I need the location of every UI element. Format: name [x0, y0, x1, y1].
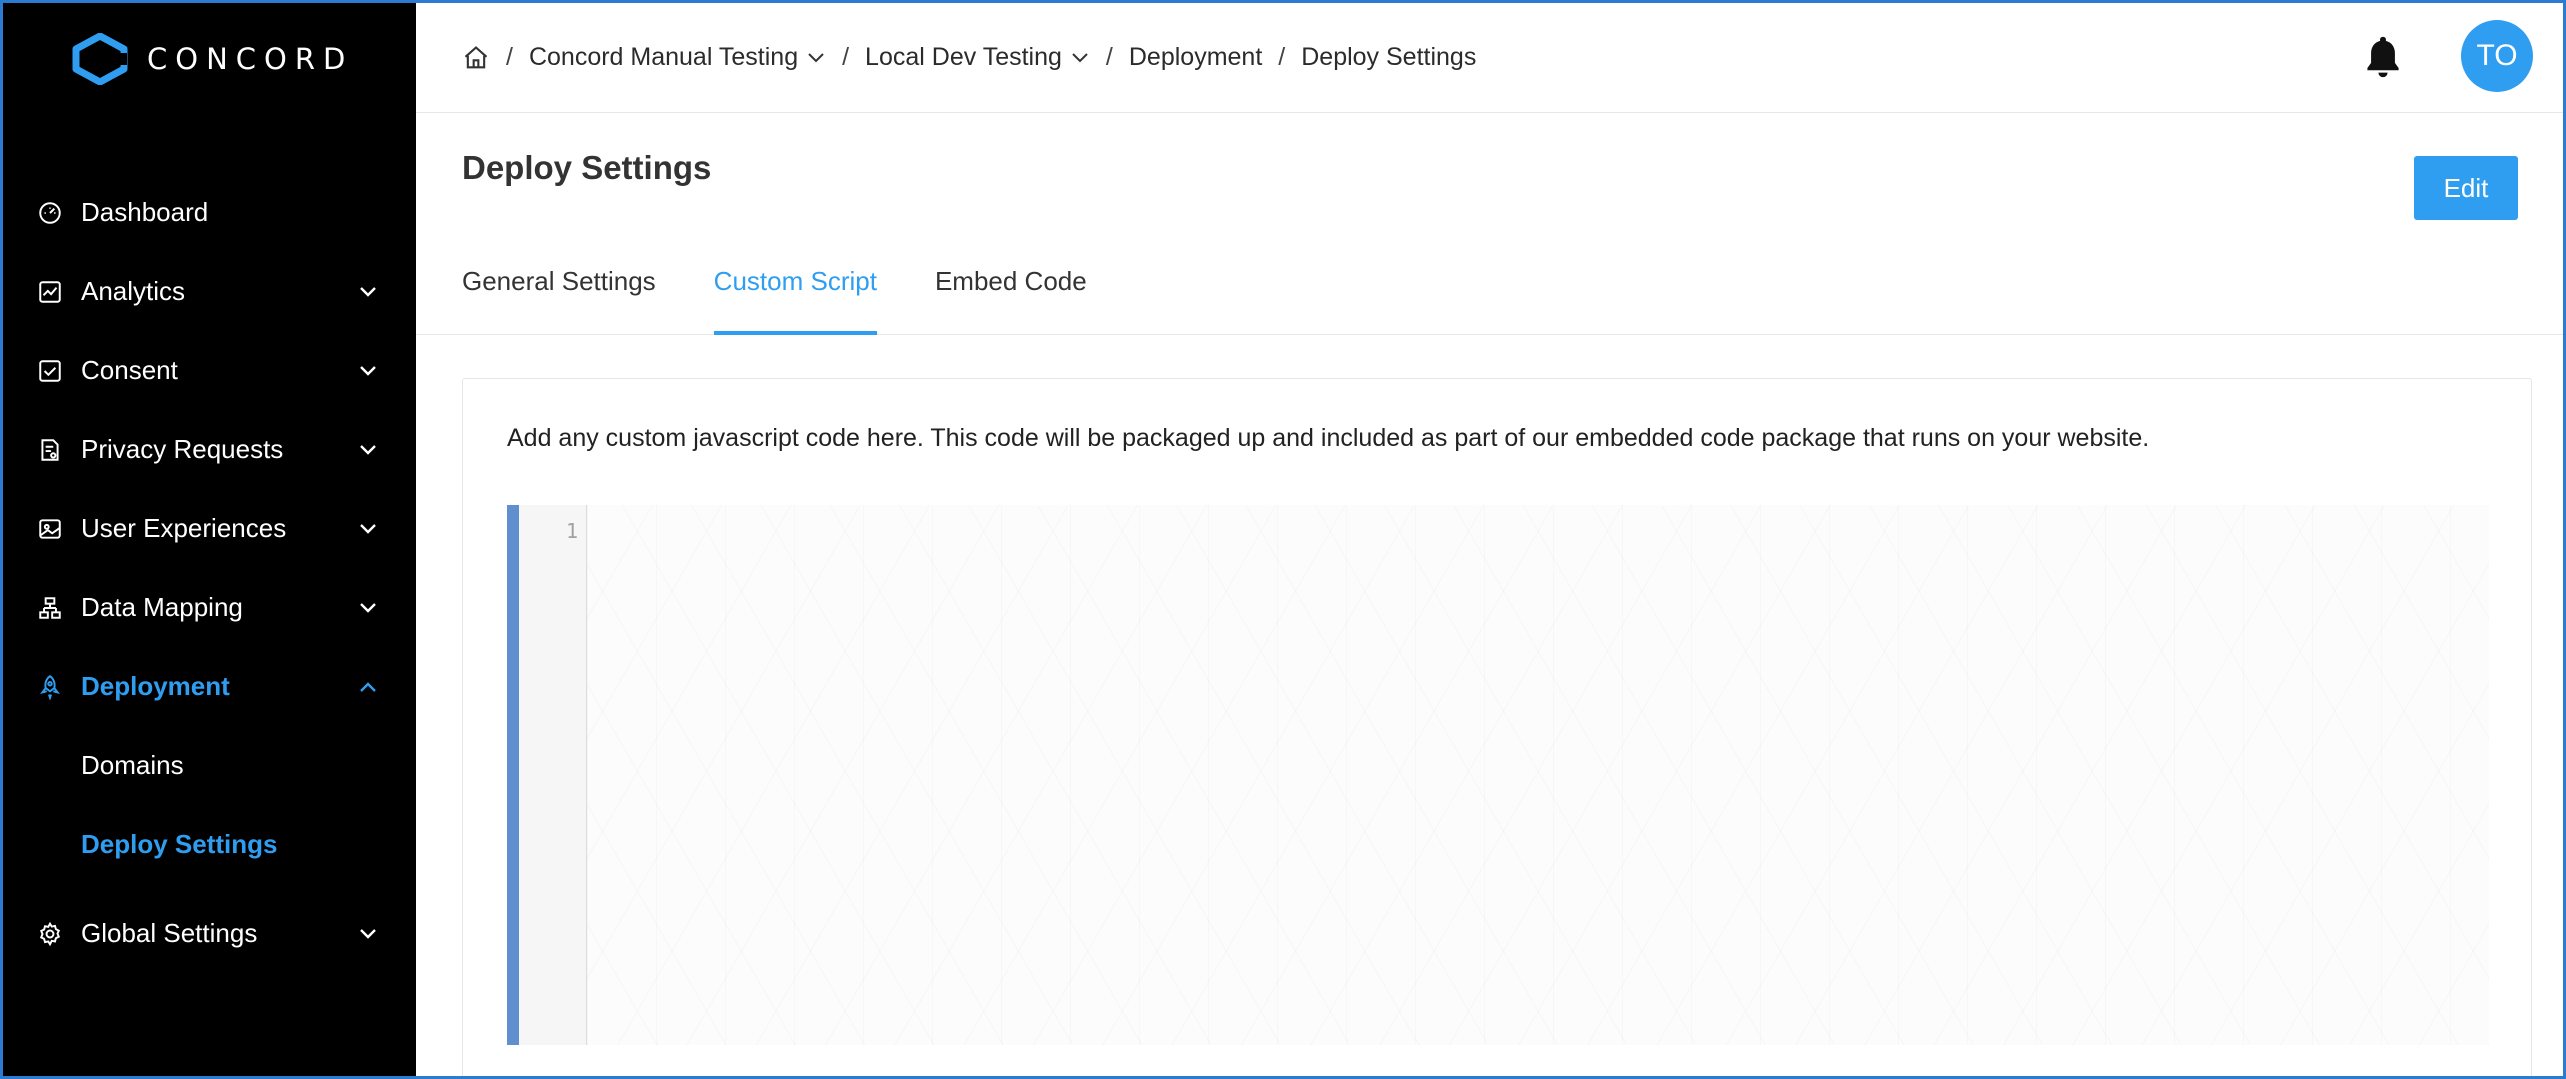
- document-icon: [35, 435, 65, 465]
- page-title: Deploy Settings: [462, 149, 712, 186]
- sidebar-subitem-domains[interactable]: Domains: [3, 726, 416, 805]
- sidebar-item-user-experiences[interactable]: User Experiences: [3, 489, 416, 568]
- chevron-up-icon[interactable]: [358, 680, 378, 694]
- sidebar-item-label: Privacy Requests: [81, 434, 284, 464]
- breadcrumb-separator: /: [506, 43, 513, 71]
- dashboard-gauge-icon: [35, 198, 65, 228]
- sidebar-nav: Dashboard Analytics Consent Privacy Requ…: [3, 173, 416, 973]
- edit-button[interactable]: Edit: [2414, 156, 2518, 220]
- main-content: / Concord Manual Testing / Local Dev Tes…: [416, 3, 2563, 1076]
- sidebar-item-deployment[interactable]: Deployment: [3, 647, 416, 726]
- breadcrumb-project[interactable]: Local Dev Testing: [865, 43, 1090, 72]
- top-bar: / Concord Manual Testing / Local Dev Tes…: [416, 3, 2563, 113]
- sidebar-item-label: Deployment: [81, 671, 230, 701]
- page-header: Deploy Settings Edit: [416, 113, 2563, 223]
- chevron-down-icon[interactable]: [358, 285, 378, 299]
- chevron-down-icon: [1072, 52, 1088, 62]
- hierarchy-icon: [35, 593, 65, 623]
- breadcrumb-separator: /: [842, 43, 850, 71]
- code-editor[interactable]: 1: [507, 505, 2489, 1045]
- sidebar-item-data-mapping[interactable]: Data Mapping: [3, 568, 416, 647]
- chevron-down-icon[interactable]: [358, 601, 378, 615]
- sidebar-item-label: User Experiences: [81, 513, 287, 543]
- sidebar-item-global-settings[interactable]: Global Settings: [3, 894, 416, 973]
- settings-tabs: General Settings Custom Script Embed Cod…: [416, 223, 2563, 335]
- sidebar-item-label: Data Mapping: [81, 592, 243, 622]
- breadcrumb-label: Local Dev Testing: [865, 43, 1062, 71]
- breadcrumb-current: Deploy Settings: [1301, 43, 1477, 71]
- image-icon: [35, 514, 65, 544]
- sidebar-item-label: Dashboard: [81, 197, 209, 227]
- chevron-down-icon[interactable]: [358, 522, 378, 536]
- home-icon[interactable]: [462, 44, 490, 72]
- rocket-icon: [35, 672, 65, 702]
- user-avatar[interactable]: TO: [2461, 20, 2533, 92]
- sidebar-subitem-deploy-settings[interactable]: Deploy Settings: [3, 805, 416, 884]
- tab-general-settings[interactable]: General Settings: [462, 254, 656, 334]
- breadcrumb: / Concord Manual Testing / Local Dev Tes…: [462, 43, 1476, 72]
- tab-embed-code[interactable]: Embed Code: [935, 254, 1087, 334]
- chevron-down-icon[interactable]: [358, 927, 378, 941]
- chevron-down-icon[interactable]: [358, 443, 378, 457]
- line-number: 1: [565, 519, 578, 543]
- app-window: CONCORD Dashboard Analytics Consent Priv…: [0, 0, 2566, 1079]
- sidebar: CONCORD Dashboard Analytics Consent Priv…: [3, 3, 416, 1076]
- breadcrumb-separator: /: [1278, 43, 1286, 71]
- breadcrumb-organization[interactable]: Concord Manual Testing: [529, 43, 826, 72]
- custom-script-card: Add any custom javascript code here. Thi…: [462, 378, 2532, 1076]
- chevron-down-icon[interactable]: [358, 364, 378, 378]
- brand-logo[interactable]: CONCORD: [71, 33, 353, 85]
- sidebar-item-label: Consent: [81, 355, 178, 385]
- chevron-down-icon: [808, 52, 824, 62]
- sidebar-item-privacy-requests[interactable]: Privacy Requests: [3, 410, 416, 489]
- breadcrumb-label: Concord Manual Testing: [528, 43, 799, 71]
- tab-custom-script[interactable]: Custom Script: [713, 254, 878, 335]
- editor-code-area[interactable]: [587, 505, 2489, 1045]
- sidebar-item-label: Analytics: [81, 276, 186, 306]
- gear-icon: [35, 919, 65, 949]
- custom-script-description: Add any custom javascript code here. Thi…: [507, 424, 2150, 452]
- editor-gutter: 1: [519, 505, 587, 1045]
- breadcrumb-separator: /: [1105, 43, 1113, 71]
- chart-line-icon: [35, 277, 65, 307]
- notification-bell-icon[interactable]: [2361, 33, 2405, 81]
- sidebar-item-analytics[interactable]: Analytics: [3, 252, 416, 331]
- sidebar-item-label: Global Settings: [81, 918, 258, 948]
- sidebar-item-consent[interactable]: Consent: [3, 331, 416, 410]
- sidebar-item-dashboard[interactable]: Dashboard: [3, 173, 416, 252]
- breadcrumb-deployment[interactable]: Deployment: [1129, 43, 1262, 72]
- editor-focus-bar: [507, 505, 519, 1045]
- brand-name: CONCORD: [147, 42, 354, 76]
- checkbox-icon: [35, 356, 65, 386]
- concord-logo-icon: [72, 33, 128, 85]
